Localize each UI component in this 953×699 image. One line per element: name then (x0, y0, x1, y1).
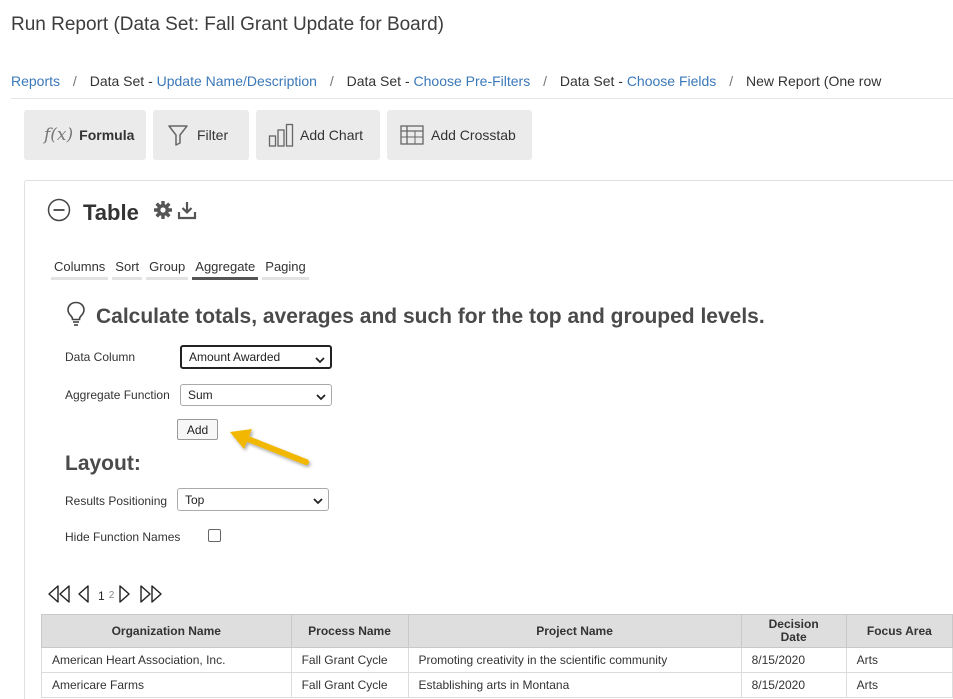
table-header-row: Organization Name Process Name Project N… (41, 614, 953, 648)
results-positioning-select[interactable]: Top (177, 488, 329, 511)
breadcrumb-reports-link[interactable]: Reports (11, 73, 60, 89)
pager: 1 2 (46, 584, 164, 607)
table-cell: Establishing arts in Montana (407, 672, 742, 698)
tab-group[interactable]: Group (146, 259, 189, 280)
chevron-down-icon (315, 353, 325, 367)
download-icon[interactable] (177, 200, 197, 225)
aggregate-function-select[interactable]: Sum (180, 384, 332, 406)
tab-aggregate[interactable]: Aggregate (192, 259, 259, 280)
aggregate-function-label: Aggregate Function (65, 388, 170, 402)
table-cell: American Heart Association, Inc. (41, 647, 292, 673)
next-page-icon[interactable] (118, 584, 132, 607)
breadcrumb-separator: / (72, 73, 77, 89)
aggregate-hint: Calculate totals, averages and such for … (66, 301, 765, 332)
crosstab-icon (400, 125, 424, 145)
breadcrumb-separator: / (729, 73, 734, 89)
column-header[interactable]: Focus Area (845, 614, 953, 648)
config-tabs: Columns Sort Group Aggregate Paging (51, 259, 313, 280)
page-title: Run Report (Data Set: Fall Grant Update … (11, 14, 444, 35)
breadcrumb-choose-fields-link[interactable]: Choose Fields (627, 73, 717, 89)
data-column-value: Amount Awarded (189, 350, 281, 364)
table-cell: 8/15/2020 (740, 672, 847, 698)
add-chart-label: Add Chart (300, 127, 364, 143)
page-1[interactable]: 1 (98, 589, 105, 603)
table-header: Table (47, 198, 197, 227)
breadcrumb-step1-prefix: Data Set - (89, 73, 157, 89)
tab-paging[interactable]: Paging (262, 259, 309, 280)
page-2[interactable]: 2 (109, 590, 115, 601)
add-aggregate-button[interactable]: Add (177, 419, 218, 440)
previous-page-icon[interactable] (76, 584, 90, 607)
results-positioning-label: Results Positioning (65, 494, 168, 508)
gear-icon[interactable] (153, 200, 173, 225)
results-positioning-value: Top (185, 492, 205, 507)
first-page-icon[interactable] (46, 584, 72, 607)
column-header[interactable]: Organization Name (41, 614, 292, 648)
filter-icon (168, 124, 188, 146)
data-column-select[interactable]: Amount Awarded (180, 345, 332, 369)
collapse-minus-icon[interactable] (47, 198, 71, 227)
formula-button[interactable]: f(x) Formula (24, 110, 146, 160)
breadcrumb-step2-prefix: Data Set - (346, 73, 414, 89)
table-row: American Heart Association, Inc. Fall Gr… (41, 647, 953, 673)
breadcrumb-separator: / (329, 73, 334, 89)
table-title: Table (83, 199, 139, 225)
table-row: Americare Farms Fall Grant Cycle Establi… (41, 672, 953, 698)
breadcrumb-step3-prefix: Data Set - (559, 73, 627, 89)
column-header[interactable]: Decision Date (740, 614, 847, 648)
hide-function-names-checkbox[interactable] (208, 529, 221, 542)
add-crosstab-label: Add Crosstab (431, 127, 516, 143)
filter-button[interactable]: Filter (153, 110, 249, 160)
breadcrumb-current: New Report (One row (745, 73, 882, 89)
breadcrumb-prefilters-link[interactable]: Choose Pre-Filters (414, 73, 531, 89)
add-crosstab-button[interactable]: Add Crosstab (387, 110, 532, 160)
column-header[interactable]: Process Name (290, 614, 409, 648)
chevron-down-icon (316, 390, 326, 404)
table-cell: Fall Grant Cycle (290, 647, 409, 673)
table-cell: 8/15/2020 (740, 647, 847, 673)
formula-label: Formula (79, 127, 135, 143)
arrow-annotation-icon (230, 429, 309, 465)
column-header-label: Decision Date (768, 617, 819, 644)
last-page-icon[interactable] (138, 584, 164, 607)
table-cell: Americare Farms (41, 672, 292, 698)
chevron-down-icon (313, 494, 323, 508)
add-chart-button[interactable]: Add Chart (256, 110, 380, 160)
table-cell: Promoting creativity in the scientific c… (407, 647, 742, 673)
hint-text: Calculate totals, averages and such for … (96, 304, 765, 328)
hide-function-names-label: Hide Function Names (65, 530, 181, 544)
lightbulb-icon (66, 301, 86, 332)
table-cell: Fall Grant Cycle (290, 672, 409, 698)
aggregate-function-value: Sum (188, 388, 213, 402)
data-column-label: Data Column (65, 350, 136, 364)
tab-sort[interactable]: Sort (112, 259, 143, 280)
results-table: Organization Name Process Name Project N… (41, 614, 953, 698)
breadcrumb-separator: / (543, 73, 547, 89)
column-header[interactable]: Project Name (407, 614, 742, 648)
table-cell: Arts (845, 647, 953, 673)
filter-label: Filter (197, 127, 229, 143)
toolbar-divider (11, 98, 953, 99)
function-icon: f(x) (44, 125, 74, 145)
breadcrumb-update-name-link[interactable]: Update Name/Description (157, 73, 317, 89)
breadcrumb: Reports / Data Set - Update Name/Descrip… (11, 73, 881, 89)
layout-heading: Layout: (65, 452, 141, 475)
bar-chart-icon (268, 123, 294, 147)
table-cell: Arts (845, 672, 953, 698)
tab-columns[interactable]: Columns (51, 259, 109, 280)
